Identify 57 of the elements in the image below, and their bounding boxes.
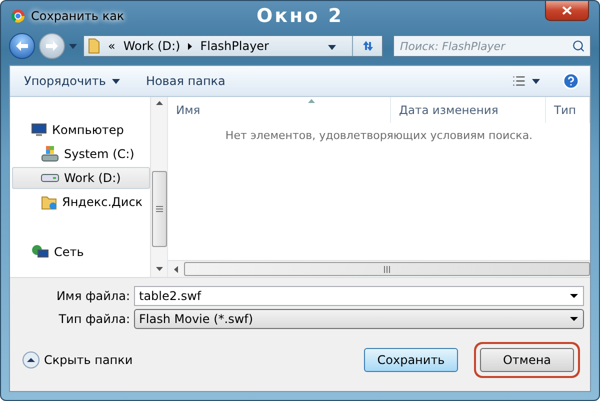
network-icon (31, 244, 49, 260)
field-label: Тип файла: (58, 312, 130, 326)
address-bar[interactable]: « Work (D:) FlashPlayer (83, 35, 383, 57)
field-label: Имя файла: (55, 289, 130, 303)
grip-icon (384, 266, 390, 272)
column-header[interactable]: Имя (168, 97, 391, 123)
breadcrumb[interactable]: FlashPlayer (200, 39, 269, 53)
back-button[interactable] (9, 33, 35, 59)
scrollbar[interactable] (150, 97, 167, 277)
close-icon (562, 6, 572, 15)
help-icon[interactable] (562, 72, 580, 90)
separator-icon (188, 42, 192, 50)
caret-icon (532, 78, 540, 84)
forward-button[interactable] (39, 33, 65, 59)
hide-folders-button[interactable]: Скрыть папки (22, 351, 133, 369)
app-icon (11, 9, 25, 23)
folder-icon (41, 194, 57, 210)
window-caption: Окно 2 (256, 5, 344, 27)
history-caret-icon (69, 44, 77, 48)
sort-arrow-icon (308, 99, 315, 103)
folder-icon (88, 38, 100, 54)
window-title: Сохранить как (31, 9, 124, 23)
search-field[interactable]: Поиск: FlashPlayer (393, 35, 591, 57)
new-folder-button[interactable]: Новая папка (142, 72, 230, 90)
list-view-icon (512, 74, 526, 88)
nav-item[interactable]: Компьютер (12, 119, 150, 141)
dropdown-icon[interactable] (570, 317, 578, 321)
search-icon (572, 40, 585, 52)
caret-icon (112, 78, 120, 84)
nav-item[interactable]: System (C:) (12, 143, 150, 165)
nav-item[interactable]: Work (D:) (12, 167, 150, 189)
scroll-down-icon[interactable] (156, 267, 162, 271)
column-header[interactable]: Дата изменения (391, 97, 546, 123)
caret-icon (328, 45, 336, 50)
drive-icon (41, 174, 59, 182)
organize-menu[interactable]: Упорядочить (20, 72, 124, 90)
drive-icon (41, 146, 59, 162)
save-button[interactable]: Сохранить (364, 348, 458, 372)
file-name-field[interactable]: table2.swf (134, 286, 584, 306)
collapse-icon (22, 351, 40, 369)
scroll-left-icon[interactable] (174, 266, 178, 272)
scrollbar[interactable] (168, 260, 590, 277)
back-arrow-icon (15, 40, 29, 52)
nav-item[interactable]: Сеть (12, 241, 150, 263)
forward-arrow-icon (45, 40, 59, 52)
empty-message: Нет элементов, удовлетворяющих условиям поиска. (225, 129, 533, 144)
computer-icon (31, 123, 47, 137)
refresh-icon (360, 39, 374, 53)
file-type-select[interactable]: Flash Movie (*.swf) (134, 309, 584, 329)
grip-icon (156, 206, 162, 212)
close-button[interactable] (545, 1, 589, 21)
scroll-up-icon[interactable] (156, 101, 162, 105)
dropdown-icon[interactable] (570, 294, 578, 298)
breadcrumb[interactable]: Work (D:) (123, 39, 180, 53)
path-overflow[interactable]: « (108, 39, 116, 53)
nav-item[interactable]: Яндекс.Диск (12, 191, 150, 213)
column-header[interactable]: Тип (546, 97, 590, 123)
